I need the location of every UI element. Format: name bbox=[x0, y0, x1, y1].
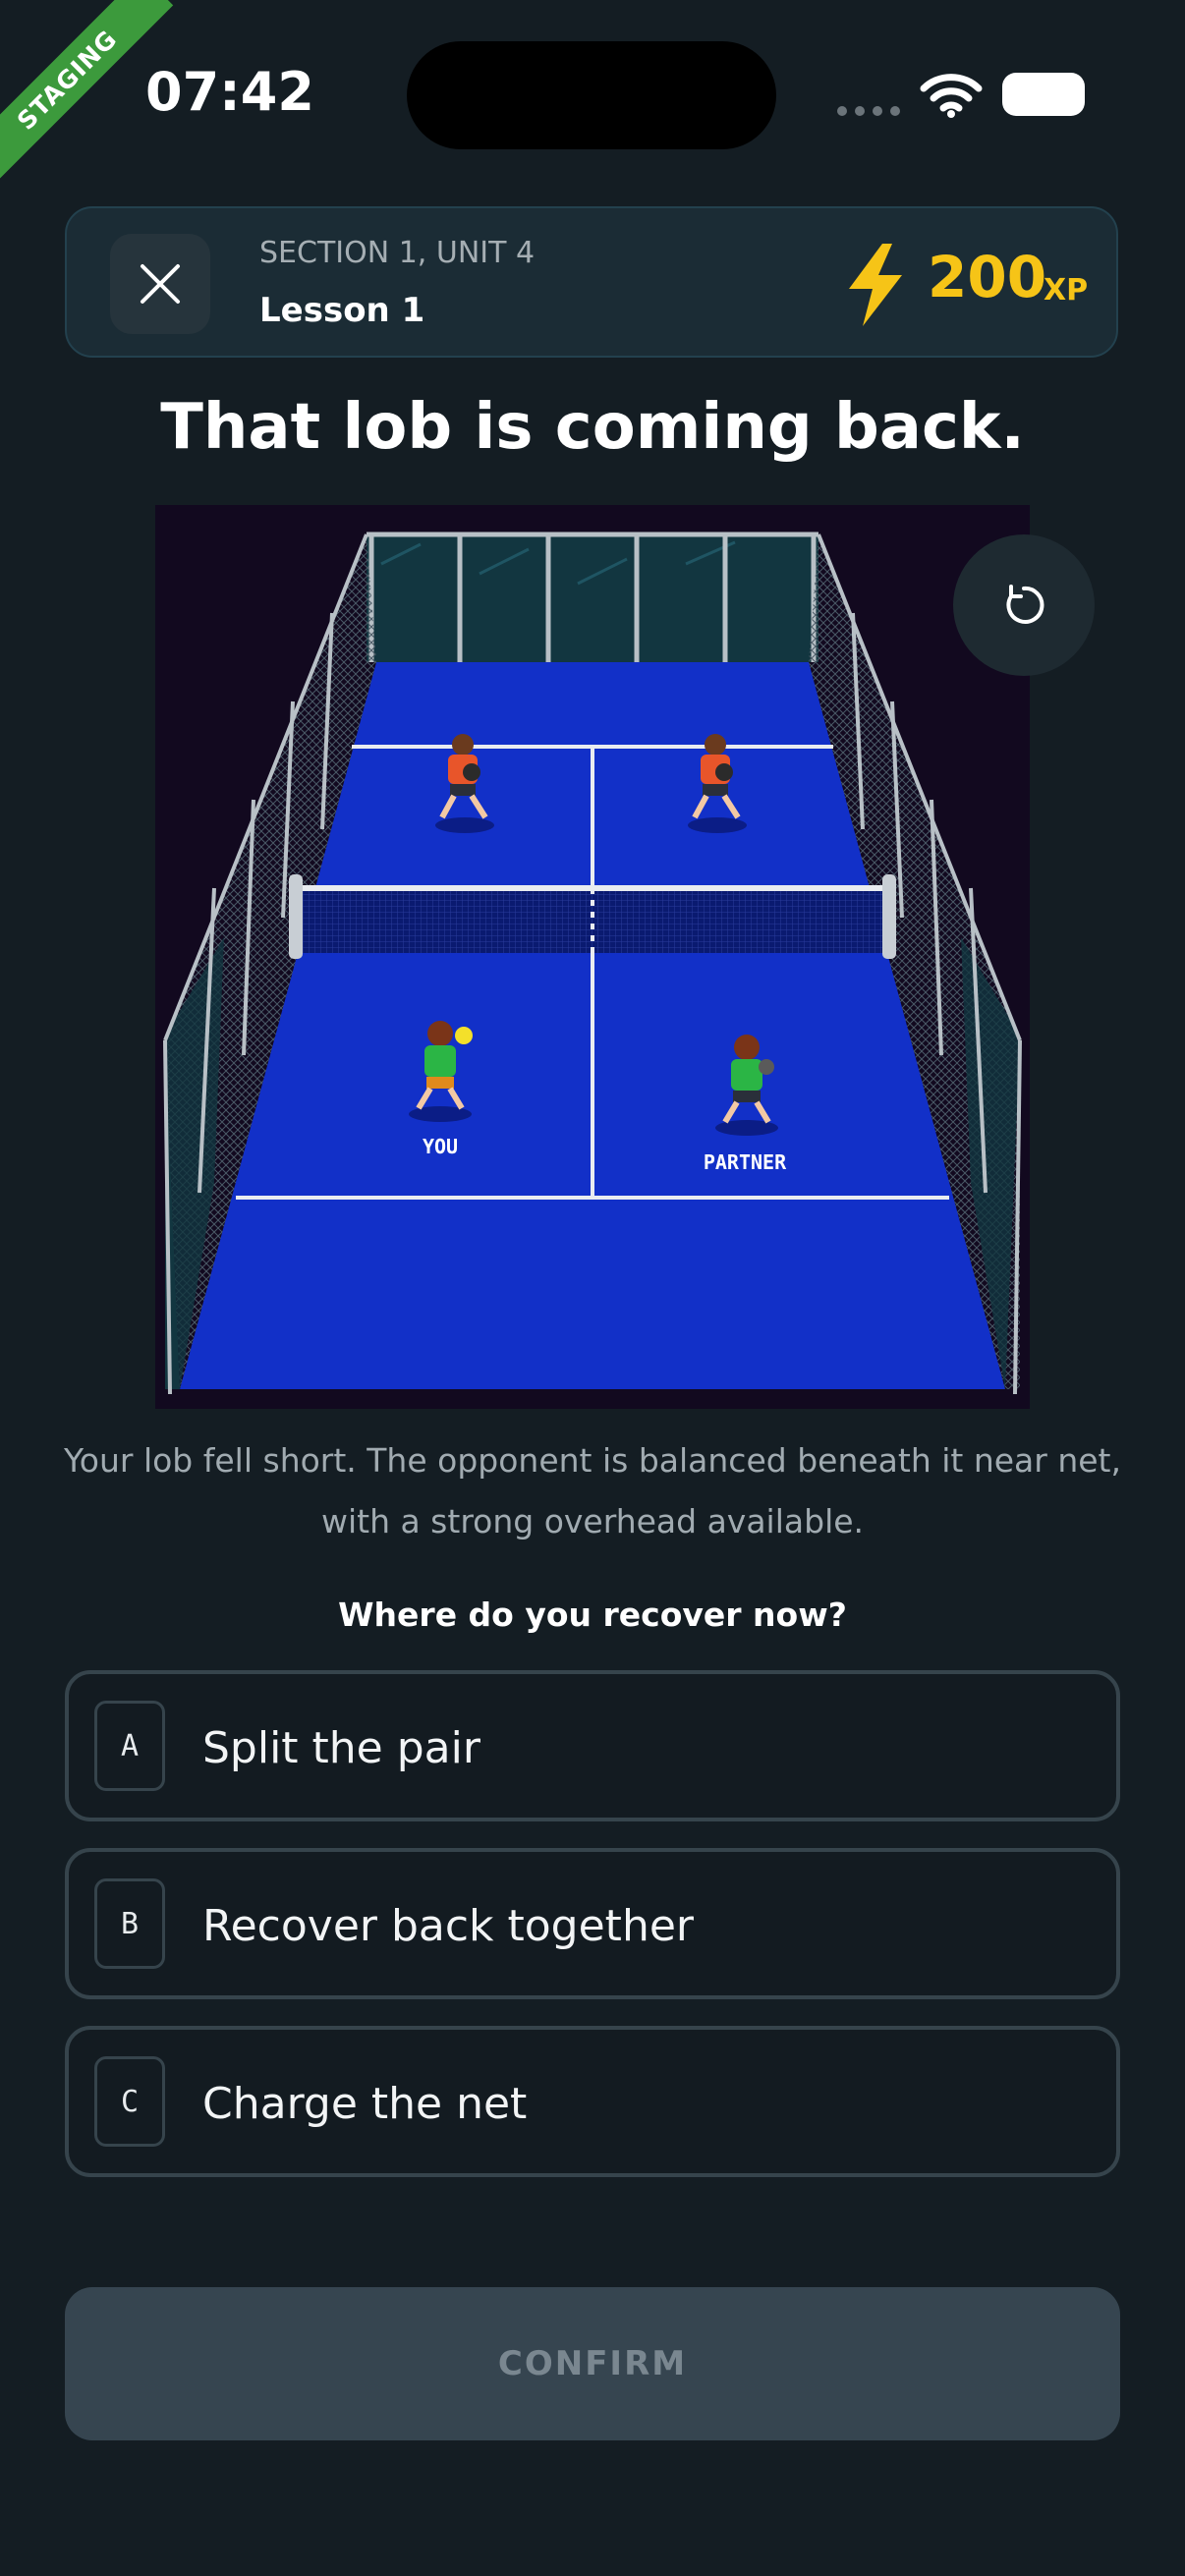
option-key: B bbox=[94, 1878, 165, 1969]
dynamic-island bbox=[407, 41, 776, 149]
status-time: 07:42 bbox=[145, 61, 314, 123]
close-button[interactable] bbox=[110, 234, 210, 334]
option-c[interactable]: C Charge the net bbox=[65, 2026, 1120, 2177]
battery-icon bbox=[1002, 73, 1085, 116]
scenario-description: Your lob fell short. The opponent is bal… bbox=[64, 1441, 1121, 1540]
page-title: That lob is coming back. bbox=[160, 391, 1025, 464]
question-text: Where do you recover now? bbox=[338, 1596, 847, 1634]
option-b[interactable]: B Recover back together bbox=[65, 1848, 1120, 1999]
court-illustration: YOU PARTNER bbox=[155, 505, 1030, 1409]
option-a[interactable]: A Split the pair bbox=[65, 1670, 1120, 1821]
replay-button[interactable] bbox=[953, 534, 1095, 676]
option-label: Split the pair bbox=[202, 1723, 480, 1773]
you-label: YOU bbox=[423, 1135, 458, 1158]
signal-dots-icon bbox=[837, 106, 900, 116]
wifi-icon bbox=[920, 74, 983, 118]
close-icon bbox=[141, 264, 180, 304]
option-key: A bbox=[94, 1701, 165, 1791]
lesson-header: SECTION 1, UNIT 4 Lesson 1 200 XP bbox=[65, 206, 1118, 358]
confirm-button[interactable]: CONFIRM bbox=[65, 2287, 1120, 2440]
option-key: C bbox=[94, 2056, 165, 2147]
option-label: Recover back together bbox=[202, 1901, 694, 1951]
section-label: SECTION 1, UNIT 4 bbox=[259, 236, 536, 270]
xp-unit: XP bbox=[1044, 273, 1089, 308]
lesson-label: Lesson 1 bbox=[259, 291, 425, 330]
option-label: Charge the net bbox=[202, 2079, 528, 2129]
lightning-bolt-icon bbox=[849, 244, 902, 326]
replay-icon bbox=[1006, 585, 1044, 624]
partner-label: PARTNER bbox=[704, 1150, 787, 1174]
xp-value: 200 bbox=[928, 244, 1047, 310]
